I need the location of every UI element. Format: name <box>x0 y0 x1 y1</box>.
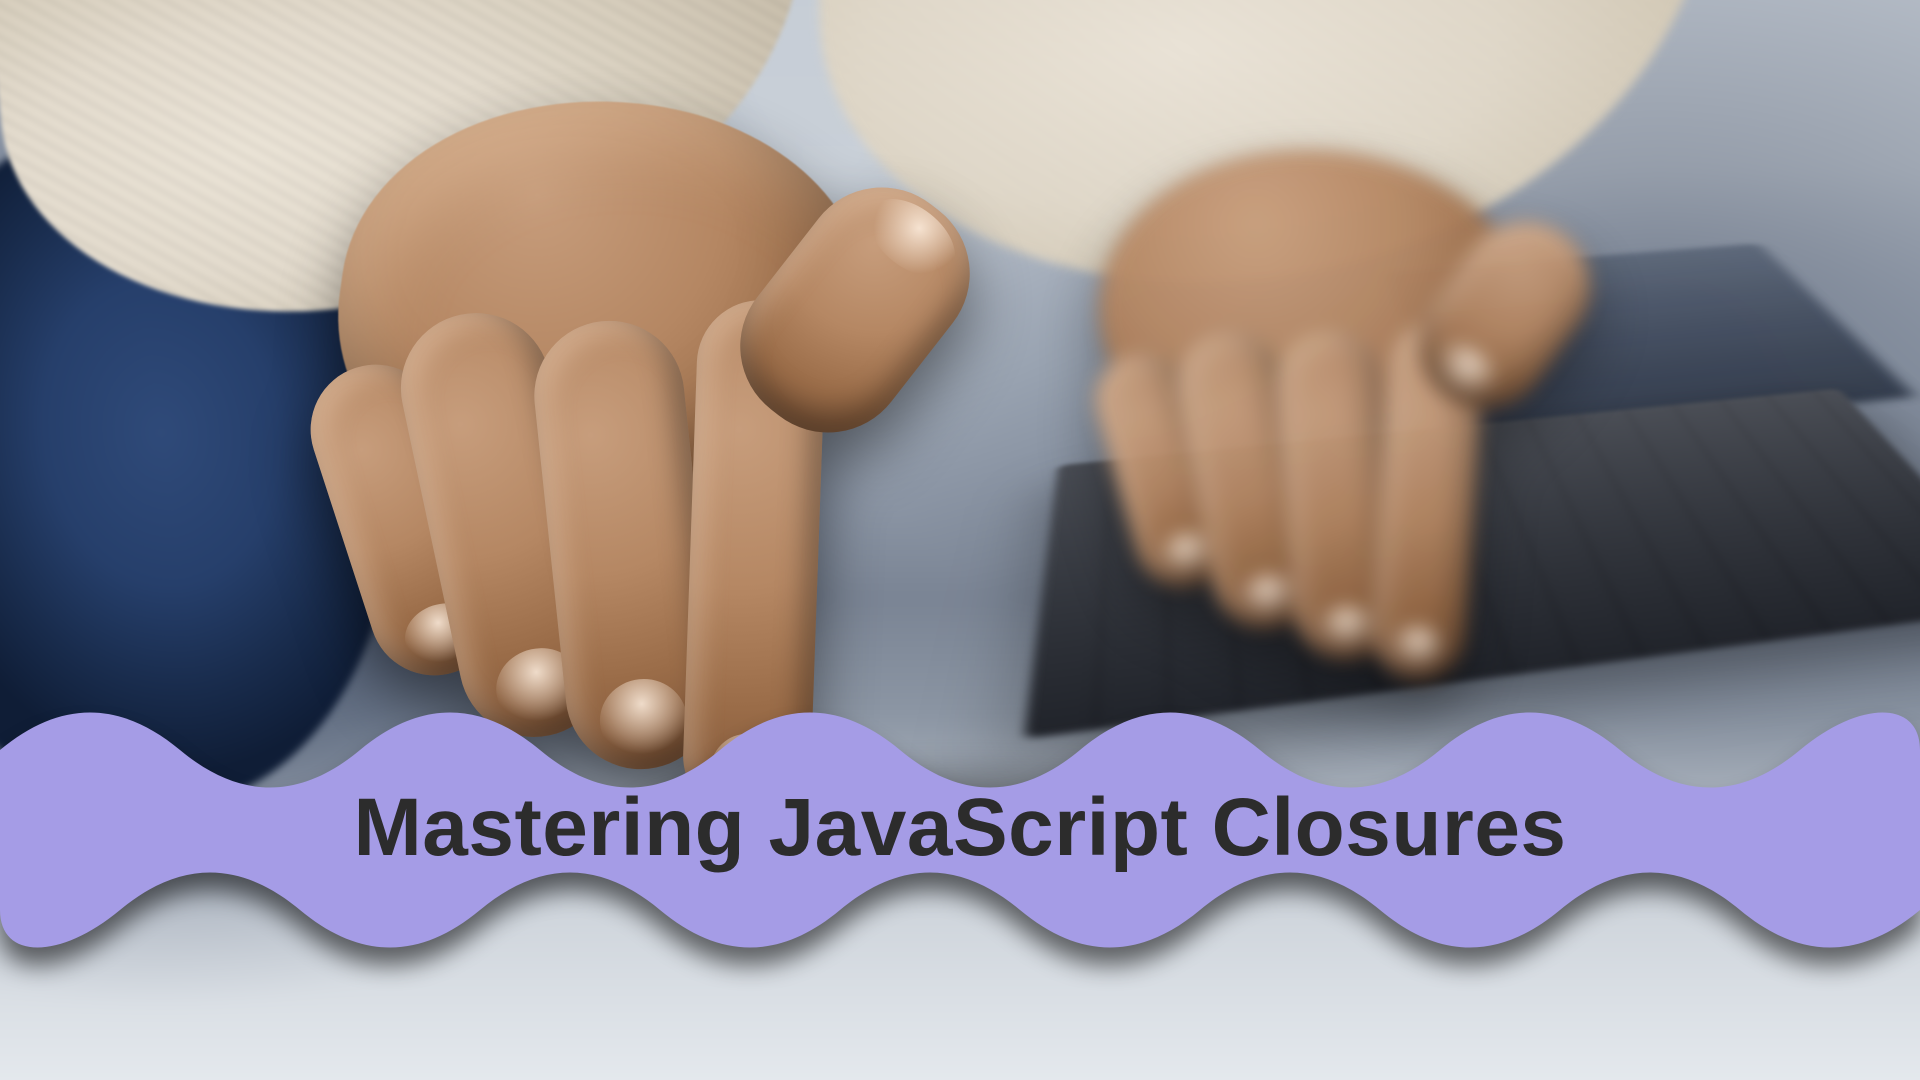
title-text: Mastering JavaScript Closures <box>0 781 1920 875</box>
photo-hand-right <box>1060 120 1680 680</box>
title-banner: Mastering JavaScript Closures <box>0 690 1920 970</box>
thumbnail-card: Mastering JavaScript Closures <box>0 0 1920 1080</box>
